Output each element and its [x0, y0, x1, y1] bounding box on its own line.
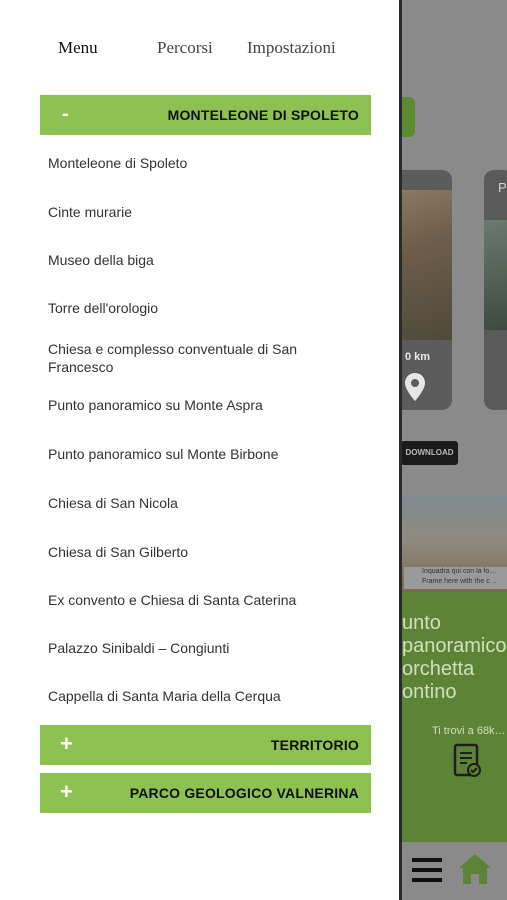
poi-distance-text: Ti trovi a 68k…: [432, 725, 506, 737]
expand-icon: +: [60, 779, 73, 804]
location-pin-icon: [405, 373, 425, 401]
list-item[interactable]: Museo della biga: [48, 251, 348, 269]
section-header-territorio[interactable]: + TERRITORIO: [40, 725, 371, 765]
document-check-icon[interactable]: [453, 743, 483, 779]
section-title: TERRITORIO: [270, 737, 359, 753]
hamburger-menu-icon[interactable]: [412, 857, 442, 883]
list-item[interactable]: Palazzo Sinibaldi – Congiunti: [48, 639, 348, 657]
list-item[interactable]: Chiesa di San Nicola: [48, 494, 348, 512]
tab-impostazioni[interactable]: Impostazioni: [247, 38, 336, 58]
collapse-icon: -: [62, 103, 69, 125]
expand-icon: +: [60, 731, 73, 756]
list-item[interactable]: Cinte murarie: [48, 203, 348, 221]
section-title: PARCO GEOLOGICO VALNERINA: [129, 785, 359, 801]
hero-image-caption: Inquadra qui con la fo… Frame here with …: [404, 567, 507, 589]
navigation-drawer: Menu Percorsi Impostazioni - MONTELEONE …: [0, 0, 399, 900]
list-item[interactable]: Cappella di Santa Maria della Cerqua: [48, 687, 348, 705]
tab-percorsi[interactable]: Percorsi: [157, 38, 213, 58]
route-card-2-photo: [484, 220, 507, 330]
poi-title: unto panoramico orchetta ontino: [402, 612, 507, 703]
list-item[interactable]: Chiesa di San Gilberto: [48, 543, 348, 561]
drawer-tabs: Menu Percorsi Impostazioni: [0, 38, 399, 66]
route-card-2-label: P: [498, 180, 507, 195]
list-item[interactable]: Punto panoramico sul Monte Birbone: [48, 445, 348, 463]
list-item[interactable]: Chiesa e complesso conventuale di San Fr…: [48, 340, 348, 376]
list-item[interactable]: Torre dell'orologio: [48, 299, 348, 317]
tab-menu[interactable]: Menu: [58, 38, 98, 58]
download-button[interactable]: DOWNLOAD: [401, 441, 458, 465]
list-item[interactable]: Ex convento e Chiesa di Santa Caterina: [48, 591, 348, 609]
section-header-parco-geologico[interactable]: + PARCO GEOLOGICO VALNERINA: [40, 773, 371, 813]
section-header-monteleone[interactable]: - MONTELEONE DI SPOLETO: [40, 95, 371, 135]
background-route-card-2[interactable]: [484, 170, 507, 410]
list-item[interactable]: Punto panoramico su Monte Aspra: [48, 396, 348, 414]
home-icon[interactable]: [458, 852, 492, 886]
route-distance: 0 km: [405, 351, 431, 363]
section-title: MONTELEONE DI SPOLETO: [167, 107, 359, 123]
list-item[interactable]: Monteleone di Spoleto: [48, 154, 348, 172]
